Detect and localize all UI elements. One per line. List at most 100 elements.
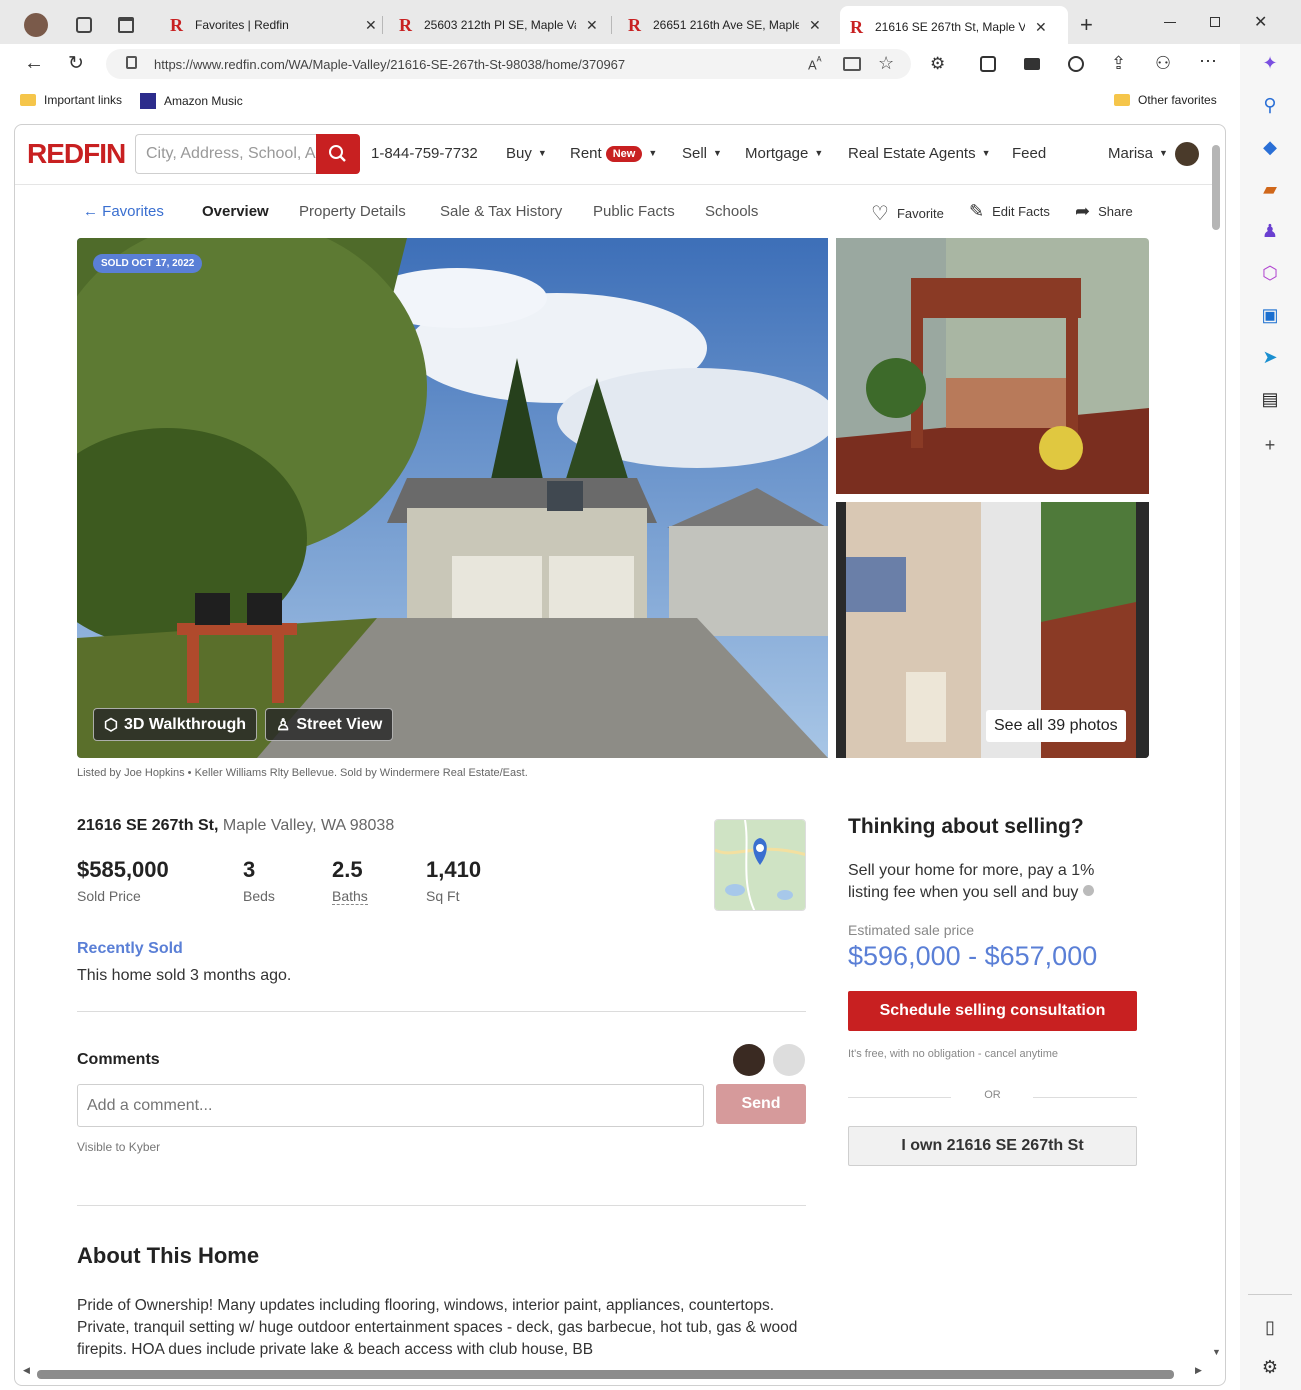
user-avatar[interactable] <box>1175 142 1199 166</box>
sidebar-settings-icon[interactable]: ⚙ <box>1259 1356 1281 1378</box>
back-icon[interactable]: ← <box>24 52 44 75</box>
nav-feed[interactable]: Feed <box>1012 145 1046 162</box>
games-icon[interactable]: ♟ <box>1259 220 1281 242</box>
3d-walkthrough-button[interactable]: ⬡ 3D Walkthrough <box>93 708 258 741</box>
street-view-button[interactable]: ♙ Street View <box>265 708 394 741</box>
tab-overview[interactable]: Overview <box>202 203 269 220</box>
read-aloud-icon[interactable]: Aᴬ <box>808 55 822 72</box>
tab-schools[interactable]: Schools <box>705 203 758 220</box>
nav-mortgage[interactable]: Mortgage ▼ <box>745 145 823 162</box>
sold-time-text: This home sold 3 months ago. <box>77 967 292 984</box>
see-all-photos-button[interactable]: See all 39 photos <box>986 710 1126 742</box>
edge-sidebar: ✦ ⚲ ◆ ▰ ♟ ⬡ ▣ ➤ ▤ + ▯ ⚙ <box>1240 44 1301 1390</box>
info-icon[interactable] <box>1082 885 1094 896</box>
amazon-music-sidebar-icon[interactable]: ▤ <box>1259 388 1281 410</box>
tab-divider <box>611 16 612 34</box>
add-sidebar-app-icon[interactable]: + <box>1259 434 1281 456</box>
drop-icon[interactable]: ➤ <box>1259 346 1281 368</box>
baths-label[interactable]: Baths <box>332 888 368 905</box>
city-state-zip: Maple Valley, WA 98038 <box>222 817 395 834</box>
profile-avatar[interactable] <box>24 13 48 37</box>
fav-important-links[interactable]: Important links <box>20 93 122 107</box>
tab-actions-icon[interactable] <box>118 17 134 33</box>
scroll-right-icon[interactable]: ▶ <box>1195 1365 1202 1376</box>
tab-sale-tax-history[interactable]: Sale & Tax History <box>440 203 562 220</box>
favorite-button[interactable]: ♡ Favorite <box>871 201 944 226</box>
extension-app-icon[interactable] <box>1024 58 1040 70</box>
comment-input[interactable] <box>77 1084 704 1127</box>
nav-buy[interactable]: Buy ▼ <box>506 145 547 162</box>
nav-label: Buy <box>506 145 532 162</box>
close-tab-icon[interactable]: ✕ <box>1035 19 1047 36</box>
schedule-consultation-button[interactable]: Schedule selling consultation <box>848 991 1137 1031</box>
close-tab-icon[interactable]: ✕ <box>809 17 821 34</box>
main-photo[interactable]: SOLD OCT 17, 2022 ⬡ 3D Walkthrough ♙ Stree… <box>77 238 828 758</box>
close-tab-icon[interactable]: ✕ <box>365 17 377 34</box>
redfin-logo[interactable]: REDFIN <box>27 138 126 170</box>
tab-25603[interactable]: R 25603 212th Pl SE, Maple Vall ✕ <box>389 8 608 42</box>
feedback-icon[interactable]: ⚇ <box>1155 53 1171 74</box>
tab-title: 25603 212th Pl SE, Maple Vall <box>424 18 576 32</box>
favorite-label: Favorite <box>896 206 944 221</box>
search-input[interactable]: City, Address, School, Agent, ZIP <box>135 134 317 174</box>
nav-rent[interactable]: Rent New ▼ <box>570 145 657 162</box>
caret-down-icon: ▼ <box>981 148 991 158</box>
send-comment-button[interactable]: Send <box>716 1084 806 1124</box>
phone-number[interactable]: 1-844-759-7732 <box>371 145 478 162</box>
copilot-icon[interactable]: ✦ <box>1259 52 1281 74</box>
new-tab-icon[interactable]: + <box>1080 12 1093 38</box>
browser-essentials-icon[interactable] <box>1068 56 1084 72</box>
map-thumbnail <box>715 820 805 910</box>
tab-26651[interactable]: R 26651 216th Ave SE, Maple V ✕ <box>618 8 831 42</box>
microsoft-365-icon[interactable]: ⬡ <box>1259 262 1281 284</box>
close-window-icon[interactable]: ✕ <box>1254 12 1267 32</box>
immersive-reader-icon[interactable] <box>843 57 861 71</box>
deck-photo[interactable] <box>836 238 1149 494</box>
nav-sell[interactable]: Sell ▼ <box>682 145 722 162</box>
pegman-icon: ♙ <box>276 716 291 734</box>
redfin-favicon-icon: R <box>170 14 183 35</box>
minimize-icon[interactable] <box>1164 22 1176 23</box>
collections-icon[interactable] <box>980 56 996 72</box>
refresh-icon[interactable]: ↻ <box>68 52 84 75</box>
nav-user-menu[interactable]: Marisa ▼ <box>1108 145 1168 162</box>
tab-property-details[interactable]: Property Details <box>299 203 406 220</box>
vertical-scrollbar[interactable] <box>1212 145 1220 230</box>
maximize-icon[interactable] <box>1210 17 1220 27</box>
interior-photo[interactable]: See all 39 photos <box>836 502 1149 758</box>
scroll-down-icon[interactable]: ▼ <box>1212 1347 1221 1357</box>
web-page: REDFIN City, Address, School, Agent, ZIP… <box>14 124 1226 1386</box>
shopping-tag-icon[interactable]: ◆ <box>1259 136 1281 158</box>
share-button[interactable]: ➦ Share <box>1075 201 1133 222</box>
tab-public-facts[interactable]: Public Facts <box>593 203 675 220</box>
caret-down-icon: ▼ <box>648 148 658 158</box>
new-badge: New <box>605 146 643 162</box>
more-menu-icon[interactable]: ⋯ <box>1199 51 1217 72</box>
extensions-icon[interactable]: ⚙ <box>930 54 945 74</box>
edit-facts-button[interactable]: ✎ Edit Facts <box>969 201 1050 222</box>
horizontal-scrollbar[interactable] <box>37 1370 1174 1379</box>
tab-favorites[interactable]: R Favorites | Redfin ✕ <box>160 8 387 42</box>
close-tab-icon[interactable]: ✕ <box>586 17 598 34</box>
caret-down-icon: ▼ <box>537 148 547 158</box>
tools-icon[interactable]: ▰ <box>1259 178 1281 200</box>
back-to-favorites-link[interactable]: ← Favorites <box>83 203 164 220</box>
outlook-icon[interactable]: ▣ <box>1259 304 1281 326</box>
search-button[interactable] <box>316 134 360 174</box>
fav-amazon-music[interactable]: Amazon Music <box>140 93 243 109</box>
location-minimap[interactable] <box>714 819 806 911</box>
tab-21616-active[interactable]: R 21616 SE 267th St, Maple Val ✕ <box>840 6 1068 48</box>
share-browser-icon[interactable]: ⇪ <box>1111 53 1126 74</box>
fav-other-favorites[interactable]: Other favorites <box>1114 93 1217 107</box>
address-bar[interactable]: https://www.redfin.com/WA/Maple-Valley/2… <box>106 49 911 79</box>
workspaces-icon[interactable] <box>76 17 92 33</box>
street-address: 21616 SE 267th St, <box>77 817 219 834</box>
scroll-left-icon[interactable]: ◀ <box>23 1365 30 1376</box>
sidebar-divider <box>1248 1294 1292 1295</box>
nav-agents[interactable]: Real Estate Agents ▼ <box>848 145 991 162</box>
i-own-home-button[interactable]: I own 21616 SE 267th St <box>848 1126 1137 1166</box>
hide-sidebar-icon[interactable]: ▯ <box>1259 1316 1281 1338</box>
search-sidebar-icon[interactable]: ⚲ <box>1259 94 1281 116</box>
lock-icon[interactable] <box>126 56 137 69</box>
add-favorite-icon[interactable]: ☆ <box>878 53 894 74</box>
